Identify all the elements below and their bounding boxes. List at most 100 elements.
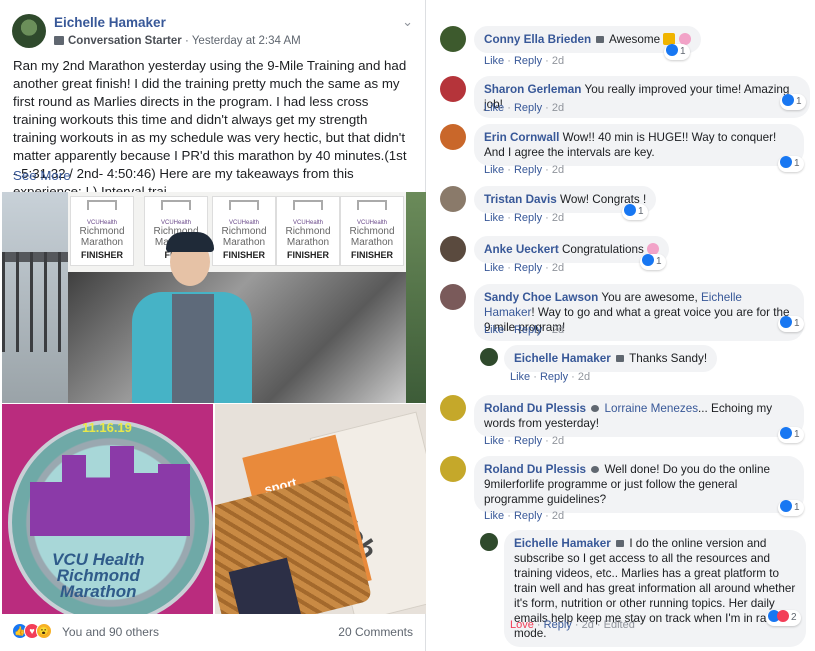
reply-link[interactable]: Reply bbox=[540, 371, 568, 383]
wow-reaction-icon: 😮 bbox=[36, 623, 52, 639]
comment-text: Thanks Sandy! bbox=[629, 352, 708, 365]
comment-actions: Like · Reply · 2d bbox=[484, 102, 565, 114]
bridge bbox=[2, 252, 72, 352]
commenter-avatar[interactable] bbox=[440, 395, 466, 421]
post-meta: Conversation Starter · Yesterday at 2:34… bbox=[54, 35, 301, 47]
author-badge: Conversation Starter bbox=[68, 35, 182, 47]
commenter-avatar[interactable] bbox=[440, 186, 466, 212]
comment: Anke Ueckert Congratulations 1 Like · Re… bbox=[440, 236, 810, 278]
comment-bubble: Erin Cornwall Wow!! 40 min is HUGE!! Way… bbox=[474, 124, 804, 166]
like-icon bbox=[666, 44, 678, 56]
conversation-starter-icon bbox=[616, 540, 625, 547]
conversation-starter-icon bbox=[616, 355, 625, 362]
commenter-avatar[interactable] bbox=[480, 533, 498, 551]
commenter-name[interactable]: Roland Du Plessis bbox=[484, 463, 586, 476]
comments-count[interactable]: 20 Comments bbox=[338, 625, 413, 639]
edited-label[interactable]: Edited bbox=[604, 619, 635, 631]
post-time[interactable]: Yesterday at 2:34 AM bbox=[192, 35, 301, 47]
comment-reaction-badge[interactable]: 1 bbox=[778, 316, 804, 332]
like-link[interactable]: Like bbox=[484, 164, 504, 176]
love-icon bbox=[777, 610, 789, 622]
meta-separator: · bbox=[184, 35, 189, 47]
post-card: Eichelle Hamaker Conversation Starter · … bbox=[0, 0, 426, 651]
comment-bubble: Roland Du Plessis Lorraine Menezes... Ec… bbox=[474, 395, 804, 437]
reply: Eichelle Hamaker I do the online version… bbox=[480, 530, 810, 647]
commenter-avatar[interactable] bbox=[480, 348, 498, 366]
like-link[interactable]: Like bbox=[484, 435, 504, 447]
comment: Roland Du Plessis Lorraine Menezes... Ec… bbox=[440, 395, 810, 451]
runner-figure bbox=[132, 232, 252, 403]
reaction-names[interactable]: You and 90 others bbox=[62, 625, 159, 639]
comment-actions: Like · Reply · 2d bbox=[484, 435, 565, 447]
reply-link[interactable]: Reply bbox=[514, 262, 542, 274]
comment-reaction-badge[interactable]: 1 bbox=[780, 94, 806, 110]
like-link[interactable]: Like bbox=[484, 102, 504, 114]
comment-thread: Conny Ella Brieden Awesome 1 Like · Repl… bbox=[426, 0, 815, 651]
comment-reaction-badge[interactable]: 1 bbox=[664, 44, 690, 60]
reply-link[interactable]: Reply bbox=[514, 510, 542, 522]
comment-reaction-badge[interactable]: 1 bbox=[640, 254, 666, 270]
like-link[interactable]: Like bbox=[484, 55, 504, 67]
commenter-name[interactable]: Anke Ueckert bbox=[484, 243, 559, 256]
like-link[interactable]: Like bbox=[484, 212, 504, 224]
reply-link[interactable]: Reply bbox=[514, 212, 542, 224]
commenter-avatar[interactable] bbox=[440, 284, 466, 310]
commenter-name[interactable]: Sandy Choe Lawson bbox=[484, 291, 598, 304]
globe-icon bbox=[591, 405, 600, 412]
commenter-name[interactable]: Eichelle Hamaker bbox=[514, 352, 611, 365]
like-link[interactable]: Like bbox=[484, 262, 504, 274]
comment-actions: Love · Reply · 2d · Edited bbox=[510, 619, 635, 631]
medal-text: VCU Health Richmond Marathon bbox=[52, 550, 145, 601]
commenter-name[interactable]: Eichelle Hamaker bbox=[514, 537, 611, 550]
reply-link[interactable]: Reply bbox=[514, 435, 542, 447]
love-link[interactable]: Love bbox=[510, 619, 534, 631]
reply-link[interactable]: Reply bbox=[514, 102, 542, 114]
mention-link[interactable]: Lorraine Menezes bbox=[604, 402, 698, 415]
comment: Sharon Gerleman You really improved your… bbox=[440, 76, 810, 118]
reply-link[interactable]: Reply bbox=[514, 164, 542, 176]
medal: 11.16.19 VCU Health Richmond Marathon bbox=[8, 420, 213, 614]
medal-photo[interactable]: 11.16.19 VCU Health Richmond Marathon bbox=[2, 404, 213, 614]
comment-actions: Like · Reply · 2d bbox=[484, 55, 565, 67]
commenter-avatar[interactable] bbox=[440, 236, 466, 262]
comment-actions: Like · Reply · 2d bbox=[484, 510, 565, 522]
nutrition-photo[interactable]: skratch sportenergychews bbox=[215, 404, 426, 614]
backdrop-panel: VCUHealth Richmond Marathon FINISHER bbox=[340, 196, 404, 266]
comment-reaction-badge[interactable]: 2 bbox=[766, 610, 801, 626]
commenter-avatar[interactable] bbox=[440, 76, 466, 102]
post-body: Ran my 2nd Marathon yesterday using the … bbox=[13, 58, 407, 199]
commenter-name[interactable]: Sharon Gerleman bbox=[484, 83, 581, 96]
chevron-down-icon[interactable]: ⌄ bbox=[402, 14, 413, 30]
commenter-name[interactable]: Roland Du Plessis bbox=[484, 402, 586, 415]
like-link[interactable]: Like bbox=[484, 324, 504, 336]
like-link[interactable]: Like bbox=[510, 371, 530, 383]
comment: Roland Du Plessis Well done! Do you do t… bbox=[440, 456, 810, 524]
author-avatar[interactable] bbox=[12, 14, 46, 48]
comment-reaction-badge[interactable]: 1 bbox=[778, 500, 804, 516]
comment-reaction-badge[interactable]: 1 bbox=[778, 427, 804, 443]
see-more-link[interactable]: See More bbox=[13, 168, 71, 183]
like-link[interactable]: Like bbox=[484, 510, 504, 522]
commenter-name[interactable]: Tristan Davis bbox=[484, 193, 557, 206]
conversation-starter-icon bbox=[596, 36, 605, 43]
commenter-avatar[interactable] bbox=[440, 124, 466, 150]
finisher-photo[interactable]: VCUHealth Richmond Marathon FINISHER VCUHea… bbox=[2, 192, 426, 403]
reply-link[interactable]: Reply bbox=[514, 55, 542, 67]
comment-bubble: Roland Du Plessis Well done! Do you do t… bbox=[474, 456, 804, 513]
comment-reaction-badge[interactable]: 1 bbox=[778, 156, 804, 172]
commenter-name[interactable]: Erin Cornwall bbox=[484, 131, 559, 144]
commenter-name[interactable]: Conny Ella Brieden bbox=[484, 33, 591, 46]
comment-actions: Like · Reply · 2d bbox=[484, 262, 565, 274]
comment-actions: Like · Reply · 2d bbox=[484, 212, 565, 224]
commenter-avatar[interactable] bbox=[440, 26, 466, 52]
comment-reaction-badge[interactable]: 1 bbox=[622, 204, 648, 220]
globe-icon bbox=[591, 466, 600, 473]
conversation-starter-icon bbox=[54, 36, 64, 45]
post-author[interactable]: Eichelle Hamaker bbox=[54, 15, 166, 30]
reply-link[interactable]: Reply bbox=[514, 324, 542, 336]
reply-link[interactable]: Reply bbox=[544, 619, 572, 631]
backdrop-panel: VCUHealth Richmond Marathon FINISHER bbox=[276, 196, 340, 266]
backdrop-panel: VCUHealth Richmond Marathon FINISHER bbox=[70, 196, 134, 266]
commenter-avatar[interactable] bbox=[440, 456, 466, 482]
comment-age[interactable]: 2d bbox=[552, 55, 564, 67]
